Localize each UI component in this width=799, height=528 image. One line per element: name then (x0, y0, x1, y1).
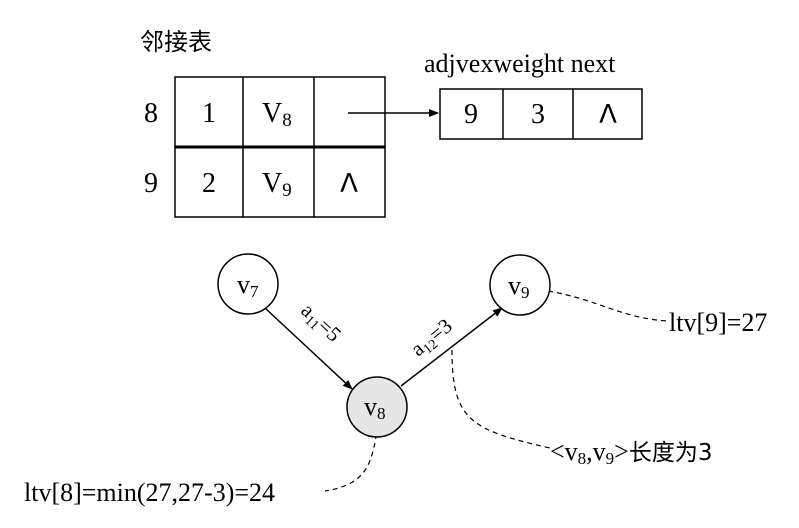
annotation-edge-length-v1: v (565, 437, 578, 466)
node-v8-name: v (364, 392, 377, 421)
annotation-ltv8: ltv[8]=min(27,27-3)=24 (24, 478, 275, 507)
node-v9-sub: 9 (521, 283, 530, 302)
row-8-in-value: 1 (202, 98, 216, 129)
adjacency-list-diagram: 邻接表 8 1 V8 9 2 V9 Λ adjvexweight next 9 … (24, 28, 767, 507)
annotation-edge-length-v2: v (593, 437, 606, 466)
annotation-edge-length-s1: 8 (578, 449, 587, 468)
annotation-edge-length-open: < (550, 437, 565, 466)
node-v7-name: v (237, 270, 250, 299)
row-9-vertex-name: V (262, 168, 282, 199)
node-v9-name: v (508, 271, 521, 300)
edge-a12-label: a12=3 (406, 313, 458, 363)
leader-ltv9 (547, 290, 669, 322)
annotation-edge-length-s2: 9 (606, 449, 615, 468)
node-v8-sub: 8 (377, 404, 386, 423)
annotation-edge-length-close: > (614, 437, 629, 466)
edge-node-adjvex: 9 (464, 99, 478, 130)
row-8-vertex-name: V (262, 98, 282, 129)
edge-node-weight: 3 (531, 99, 545, 130)
row-9-vertex-sub: 9 (282, 180, 292, 201)
row-8-vertex-label: V8 (262, 98, 292, 131)
row-index-9: 9 (144, 168, 158, 199)
annotation-ltv9: ltv[9]=27 (669, 308, 767, 337)
row-index-8: 8 (144, 98, 158, 129)
row-9-vertex-label: V9 (262, 168, 292, 201)
row-9-null-pointer: Λ (340, 169, 358, 199)
node-v7-sub: 7 (250, 282, 259, 301)
edge-a11-label: a11=5 (295, 298, 346, 349)
row-8-vertex-sub: 8 (282, 110, 292, 131)
leader-edge-length (451, 349, 551, 449)
row-9-in-value: 2 (202, 168, 216, 199)
annotation-edge-length-suffix: 长度为3 (629, 440, 713, 466)
edge-node-next: Λ (599, 100, 617, 130)
adjacency-list-title: 邻接表 (140, 28, 212, 56)
edge-node-field-header: adjvexweight next (424, 49, 616, 78)
annotation-edge-length: <v8,v9>长度为3 (550, 437, 712, 468)
